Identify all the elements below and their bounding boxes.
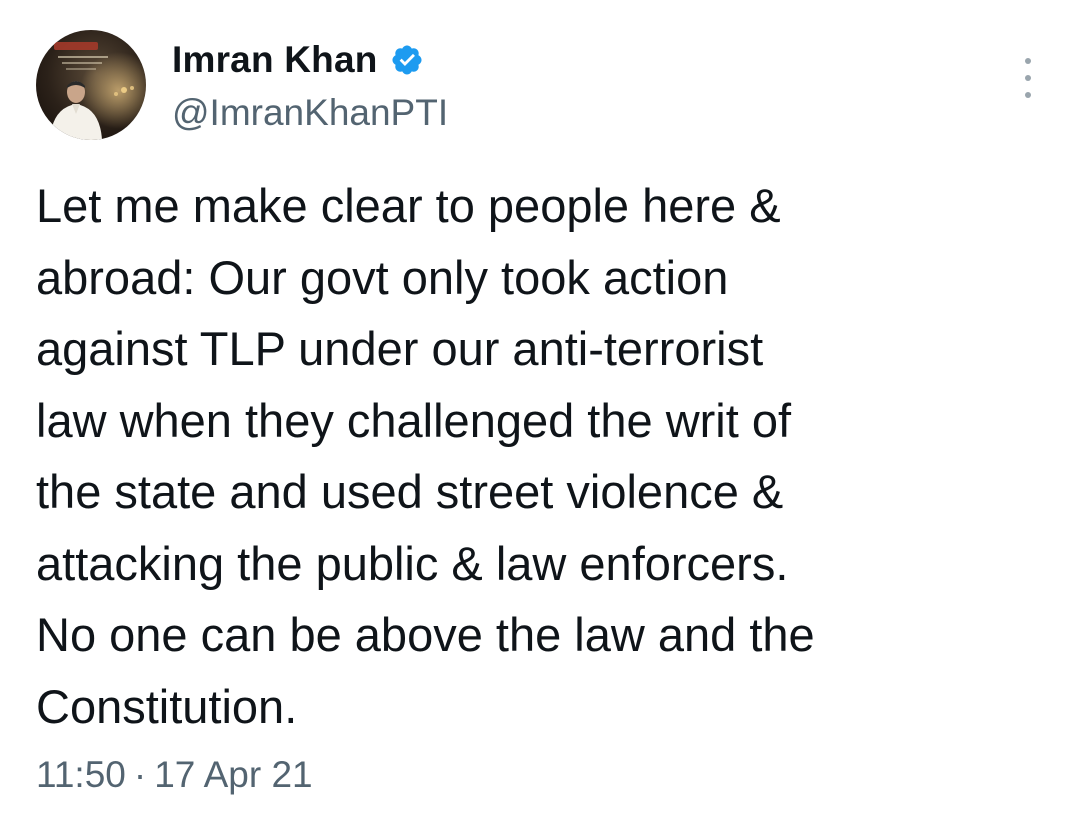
tweet-text-line: law when they challenged the writ of (36, 393, 792, 447)
tweet-time: 11:50 (36, 754, 126, 795)
tweet-text-line: Let me make clear to people here & (36, 179, 781, 232)
tweet-text-line: No one can be above the law and the (36, 608, 815, 661)
author-name-row: Imran Khan (172, 36, 424, 84)
tweet-text-line: attacking the public & law enforcers. (36, 536, 789, 590)
author-handle[interactable]: @ImranKhanPTI (172, 92, 448, 134)
avatar-image (36, 30, 146, 140)
timestamp-separator: · (133, 754, 147, 795)
tweet-text-line: against TLP under our anti-terrorist (36, 322, 764, 375)
more-options-icon[interactable] (1022, 58, 1034, 98)
more-dot (1025, 58, 1031, 64)
tweet-card: Imran Khan @ImranKhanPTI Let me make cle… (0, 0, 1070, 827)
more-dot (1025, 92, 1031, 98)
author-display-name[interactable]: Imran Khan (172, 39, 378, 81)
profile-avatar[interactable] (36, 30, 146, 140)
more-dot (1025, 75, 1031, 81)
tweet-text-line: abroad: Our govt only took action (36, 250, 729, 304)
tweet-text: Let me make clear to people here & abroa… (36, 170, 1046, 742)
tweet-text-line: Constitution. (36, 679, 298, 733)
tweet-timestamp[interactable]: 11:50 · 17 Apr 21 (36, 754, 313, 796)
tweet-date: 17 Apr 21 (154, 754, 313, 795)
tweet-text-line: the state and used street violence & (36, 465, 784, 518)
verified-badge-icon (390, 43, 424, 77)
